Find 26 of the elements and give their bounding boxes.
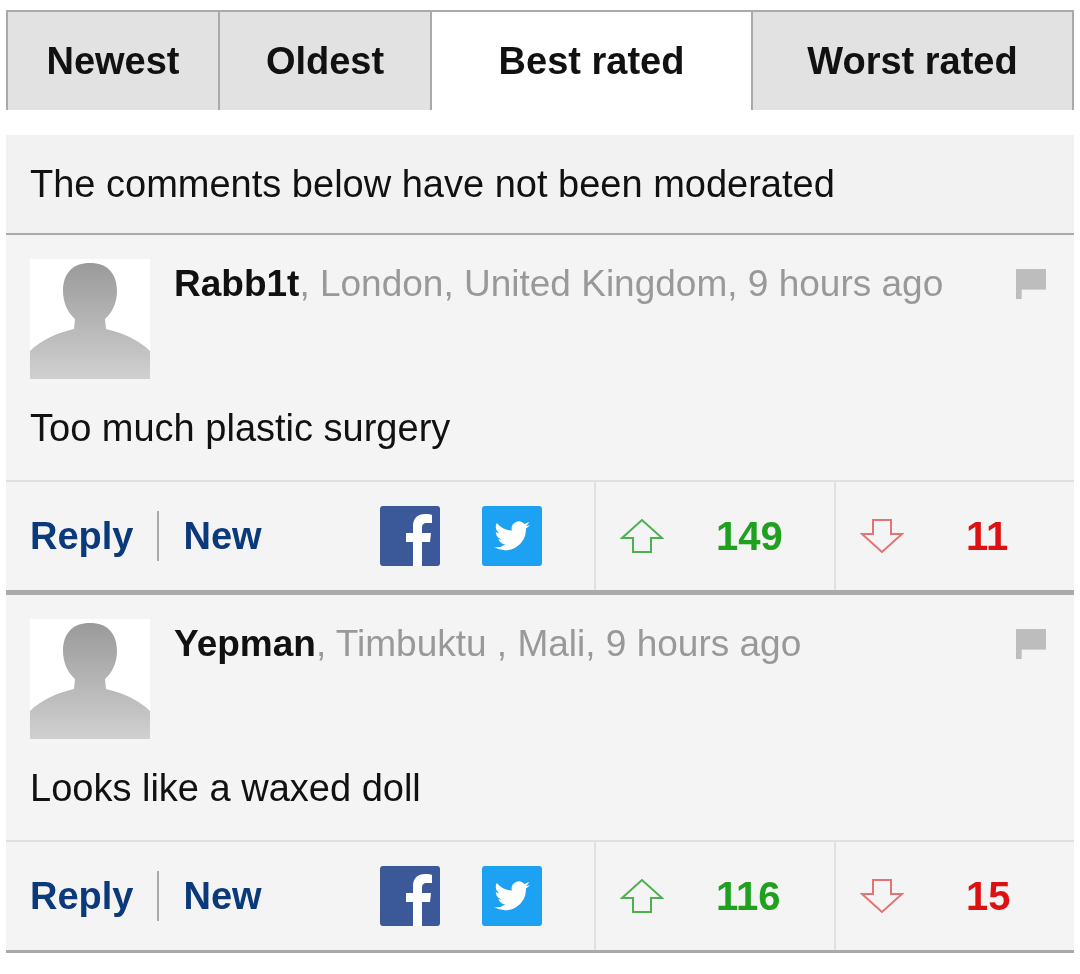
comment-author-info: Yepman, Timbuktu , Mali, 9 hours ago: [174, 622, 802, 666]
comment-text: Looks like a waxed doll: [30, 767, 422, 810]
twitter-icon[interactable]: [481, 866, 542, 926]
facebook-icon[interactable]: [379, 506, 440, 566]
facebook-icon[interactable]: [379, 866, 440, 926]
upvote-count: 116: [716, 873, 781, 919]
down-arrow-icon[interactable]: [860, 878, 904, 914]
flag-icon[interactable]: [1016, 269, 1046, 299]
upvote-count: 149: [716, 513, 783, 559]
new-link[interactable]: New: [183, 514, 262, 558]
avatar-icon: [30, 619, 150, 739]
avatar-icon: [30, 259, 150, 379]
reply-link[interactable]: Reply: [30, 874, 134, 918]
moderation-notice: The comments below have not been moderated: [6, 135, 1074, 233]
flag-icon[interactable]: [1016, 629, 1046, 659]
sort-tab[interactable]: Oldest: [218, 12, 430, 110]
down-arrow-icon[interactable]: [860, 518, 904, 554]
downvote-count: 11: [966, 513, 1009, 559]
comment-text: Too much plastic surgery: [30, 407, 452, 450]
comment-author-info: Rabb1t, London, United Kingdom, 9 hours ago: [174, 262, 944, 306]
new-link[interactable]: New: [183, 874, 262, 918]
sort-tab[interactable]: Newest: [6, 12, 218, 110]
sort-tab[interactable]: Worst rated: [751, 12, 1074, 110]
downvote-count: 15: [966, 873, 1011, 919]
twitter-icon[interactable]: [481, 506, 542, 566]
reply-link[interactable]: Reply: [30, 514, 134, 558]
